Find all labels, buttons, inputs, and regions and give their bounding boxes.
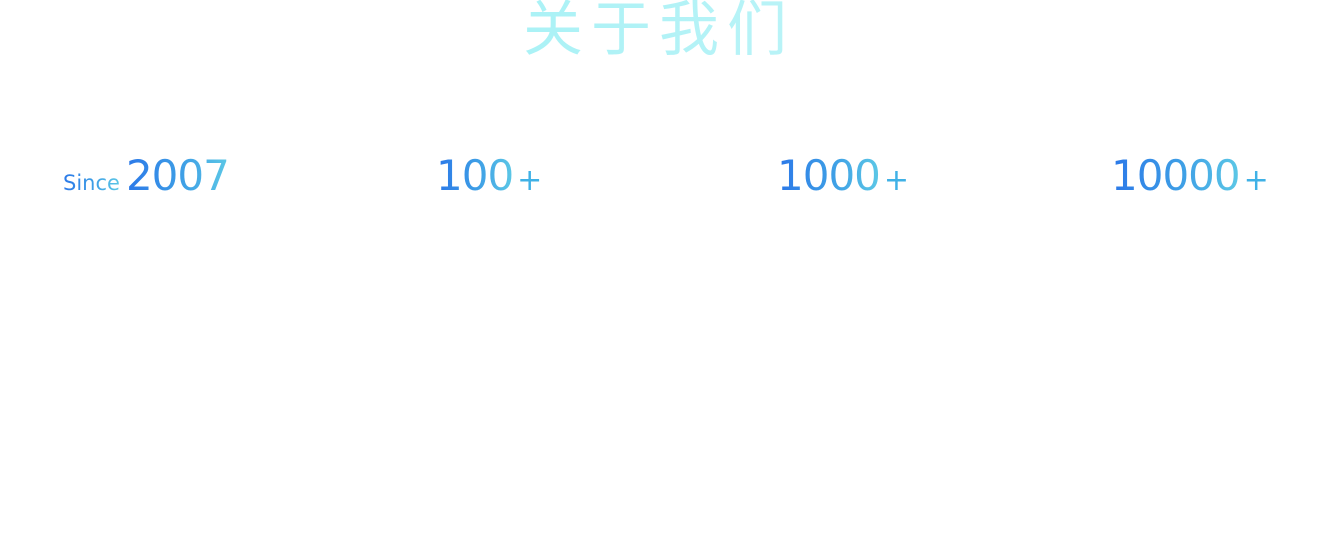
stat-value: 1000 xyxy=(777,151,881,200)
stat-suffix: + xyxy=(517,163,543,198)
stat-value: 10000 xyxy=(1111,151,1241,200)
stat-suffix: + xyxy=(1243,163,1269,198)
stat-hundred: 100 + xyxy=(436,148,542,213)
section-title: 关于我们 xyxy=(0,0,1318,66)
stat-value: 100 xyxy=(436,151,514,200)
about-section: 关于我们 Since 2007 100 + 1000 + 10000 + xyxy=(0,0,1318,560)
stat-ten-thousand: 10000 + xyxy=(1111,148,1269,213)
stat-thousand: 1000 + xyxy=(777,148,909,213)
stat-suffix: + xyxy=(883,163,910,198)
stats-row: Since 2007 100 + 1000 + 10000 + xyxy=(0,148,1318,208)
stat-prefix: Since xyxy=(63,171,120,195)
stat-since-year: Since 2007 xyxy=(63,148,230,213)
stat-value: 2007 xyxy=(125,151,230,200)
